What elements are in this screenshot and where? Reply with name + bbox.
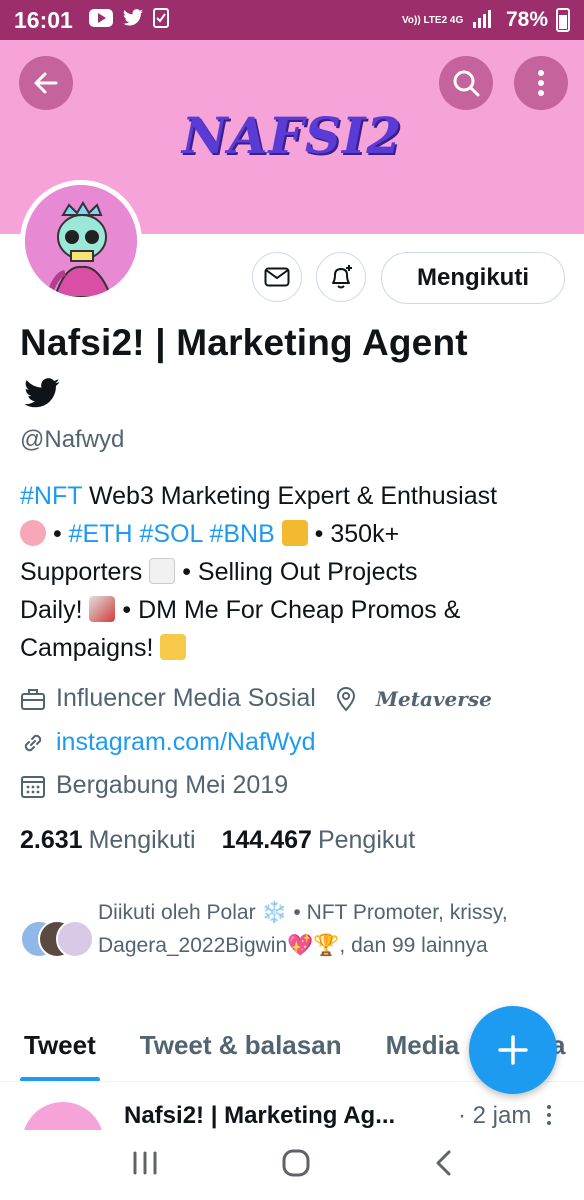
avatar — [56, 920, 94, 958]
battery-percent: 78% — [505, 8, 548, 31]
more-options-button[interactable] — [514, 56, 568, 110]
brain-emoji-icon — [20, 520, 46, 546]
checklist-icon — [152, 7, 169, 33]
message-button[interactable] — [252, 252, 302, 302]
compose-tweet-button[interactable] — [469, 1006, 557, 1094]
notification-button[interactable] — [316, 252, 366, 302]
followers-label[interactable]: Pengikut — [318, 826, 415, 855]
profile-joined-date: Bergabung Mei 2019 — [56, 771, 289, 799]
android-nav-bar — [0, 1130, 584, 1200]
recent-apps-icon[interactable] — [130, 1149, 160, 1182]
calendar-icon — [21, 775, 45, 798]
tweet-time: · 2 jam — [458, 1102, 532, 1129]
bnb-emoji-icon — [281, 520, 308, 546]
search-button[interactable] — [439, 56, 493, 110]
rocket-emoji-icon — [89, 596, 116, 622]
network-indicator: Vo)) LTE2 4G — [401, 14, 464, 26]
following-label[interactable]: Mengikuti — [89, 826, 196, 855]
search-icon — [453, 70, 480, 97]
profile-website-link[interactable]: instagram.com/NafWyd — [56, 728, 316, 757]
banner-logo: NAFSI2 — [181, 106, 403, 165]
followed-by-text: Diikuti oleh Polar ❄️ • NFT Promoter, kr… — [98, 901, 508, 957]
profile-location: Metaverse — [375, 686, 492, 711]
twitter-bird-icon — [22, 378, 62, 415]
followed-by-row[interactable]: Diikuti oleh Polar ❄️ • NFT Promoter, kr… — [20, 896, 570, 962]
profile-handle: @Nafwyd — [20, 426, 125, 453]
profile-link-row: instagram.com/NafWyd — [20, 728, 316, 757]
profile-category-row: Influencer Media Sosial Metaverse — [20, 684, 492, 713]
back-arrow-icon — [34, 72, 58, 94]
link-icon — [24, 734, 42, 751]
tab-tweet-replies[interactable]: Tweet & balasan — [140, 1010, 342, 1081]
tweet-more-icon[interactable] — [546, 1104, 552, 1130]
battery-icon — [556, 8, 570, 32]
twitter-icon — [122, 8, 144, 32]
plus-icon — [498, 1035, 528, 1065]
mail-icon — [264, 267, 290, 287]
hashtag-link[interactable]: #NFT — [20, 482, 82, 510]
following-button[interactable]: Mengikuti — [381, 252, 565, 304]
youtube-icon — [88, 8, 113, 32]
location-pin-icon — [336, 686, 355, 712]
followers-count[interactable]: 144.467 — [222, 826, 312, 855]
tab-media[interactable]: Media — [386, 1010, 460, 1081]
status-bar: 16:01 Vo)) LTE2 4G 78% — [0, 0, 584, 40]
avatar — [22, 1102, 104, 1130]
briefcase-icon — [21, 688, 45, 710]
profile-joined-row: Bergabung Mei 2019 — [20, 771, 288, 800]
back-button[interactable] — [19, 56, 73, 110]
chart-increasing-emoji-icon — [149, 558, 176, 584]
tweet-preview[interactable]: Nafsi2! | Marketing Ag... · 2 jam — [0, 1090, 584, 1130]
profile-avatar[interactable] — [20, 180, 142, 302]
tab-tweet[interactable]: Tweet — [20, 1010, 100, 1081]
followed-by-avatars — [20, 920, 96, 960]
bell-plus-icon — [332, 265, 352, 289]
hashtag-links[interactable]: #ETH #SOL #BNB — [69, 520, 275, 548]
inbox-emoji-icon — [160, 634, 187, 660]
profile-bio: #NFT Web3 Marketing Expert & Enthusiast … — [20, 482, 498, 662]
home-icon[interactable] — [280, 1147, 312, 1184]
profile-name: Nafsi2! | Marketing Agent — [20, 322, 468, 363]
profile-category: Influencer Media Sosial — [56, 684, 316, 712]
status-time: 16:01 — [14, 6, 73, 33]
follow-counts: 2.631 Mengikuti 144.467 Pengikut — [20, 826, 441, 855]
signal-icon — [472, 9, 492, 31]
following-count[interactable]: 2.631 — [20, 826, 83, 855]
tweet-author-name: Nafsi2! | Marketing Ag... — [124, 1102, 396, 1129]
back-nav-icon[interactable] — [432, 1148, 454, 1183]
more-vertical-icon — [538, 70, 544, 96]
